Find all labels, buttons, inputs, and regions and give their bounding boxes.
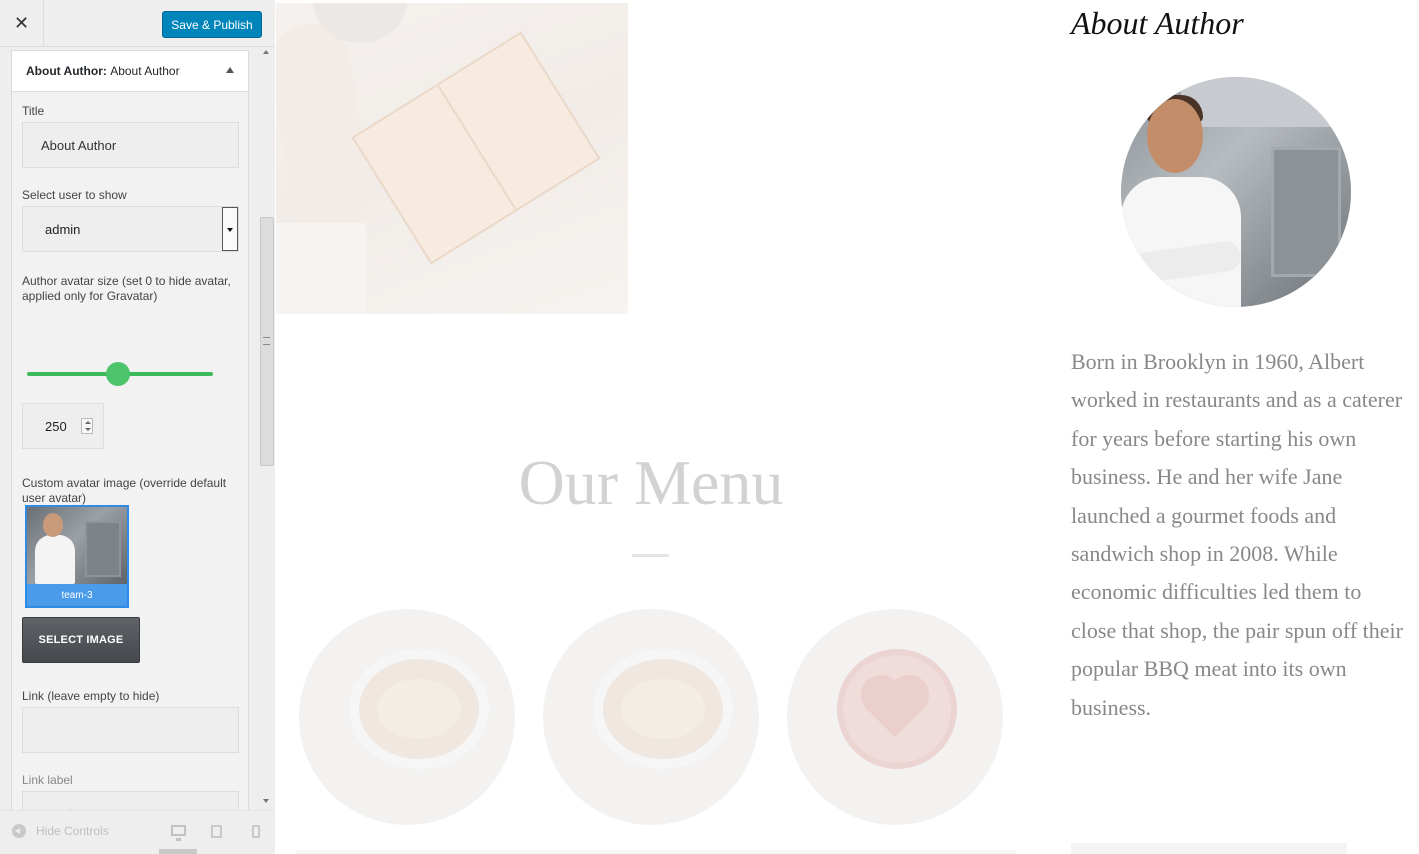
thumbnail-caption: team-3 [27, 584, 127, 606]
widget-form: Title About Author Select user to show a… [11, 92, 249, 810]
custom-avatar-thumbnail[interactable]: team-3 [25, 505, 129, 608]
site-preview: Our Menu About Author Born in Brooklyn i… [276, 0, 1419, 854]
widget-title: About Author [110, 64, 180, 78]
user-select[interactable]: admin [22, 206, 239, 252]
customizer-footer: Hide Controls [0, 810, 275, 854]
mobile-preview-icon[interactable] [252, 825, 260, 838]
link-input[interactable] [22, 707, 239, 753]
title-divider [632, 554, 669, 557]
user-select-value: admin [45, 221, 81, 237]
menu-item-image[interactable] [787, 609, 1003, 825]
about-author-heading: About Author [1071, 5, 1244, 41]
avatar-size-input[interactable]: 250 [22, 403, 104, 449]
hide-controls-label: Hide Controls [36, 824, 109, 838]
chef-thumbnail-image [27, 507, 127, 584]
resize-handle[interactable] [159, 849, 197, 854]
select-user-label: Select user to show [22, 188, 127, 202]
title-input[interactable]: About Author [22, 122, 239, 168]
collapse-arrow-icon [12, 824, 26, 838]
scroll-up-icon[interactable] [263, 50, 269, 54]
menu-section-title: Our Menu [518, 447, 784, 518]
widget-section-header[interactable]: About Author: About Author [11, 50, 249, 92]
scroll-grip-icon [263, 337, 270, 345]
collapse-caret-icon[interactable] [226, 67, 234, 73]
save-publish-button[interactable]: Save & Publish [162, 11, 262, 38]
number-spinner-icon[interactable] [81, 418, 93, 434]
author-avatar [1121, 77, 1351, 307]
title-label: Title [22, 104, 45, 118]
hide-controls-button[interactable]: Hide Controls [12, 824, 109, 838]
book-coffee-image [276, 3, 628, 314]
tablet-preview-icon[interactable] [211, 825, 222, 838]
link-text-label: Link label [22, 773, 73, 787]
custom-avatar-label: Custom avatar image (override default us… [22, 476, 227, 505]
close-customizer-button[interactable]: ✕ [0, 0, 44, 47]
avatar-size-slider-handle[interactable] [106, 362, 130, 386]
link-label: Link (leave empty to hide) [22, 689, 160, 703]
next-widget-edge [1071, 843, 1347, 854]
menu-item-image[interactable] [299, 609, 515, 825]
customizer-sidebar: ✕ Save & Publish About Author: About Aut… [0, 0, 275, 854]
scroll-down-icon[interactable] [263, 799, 269, 803]
menu-item-image[interactable] [543, 609, 759, 825]
customizer-header: ✕ Save & Publish [0, 0, 275, 47]
next-section-edge [296, 850, 1016, 854]
widget-type: About Author: [26, 64, 107, 78]
select-image-button[interactable]: SELECT IMAGE [22, 617, 140, 663]
desktop-preview-icon[interactable] [171, 825, 186, 841]
author-bio: Born in Brooklyn in 1960, Albert worked … [1071, 349, 1403, 720]
link-text-input[interactable]: Read More [22, 791, 239, 810]
customizer-screen: ✕ Save & Publish About Author: About Aut… [0, 0, 1419, 854]
dropdown-arrow-icon[interactable] [222, 207, 238, 251]
avatar-size-value: 250 [45, 418, 67, 434]
avatar-size-label: Author avatar size (set 0 to hide avatar… [22, 274, 231, 303]
widget-panel: About Author: About Author Title About A… [11, 50, 249, 810]
